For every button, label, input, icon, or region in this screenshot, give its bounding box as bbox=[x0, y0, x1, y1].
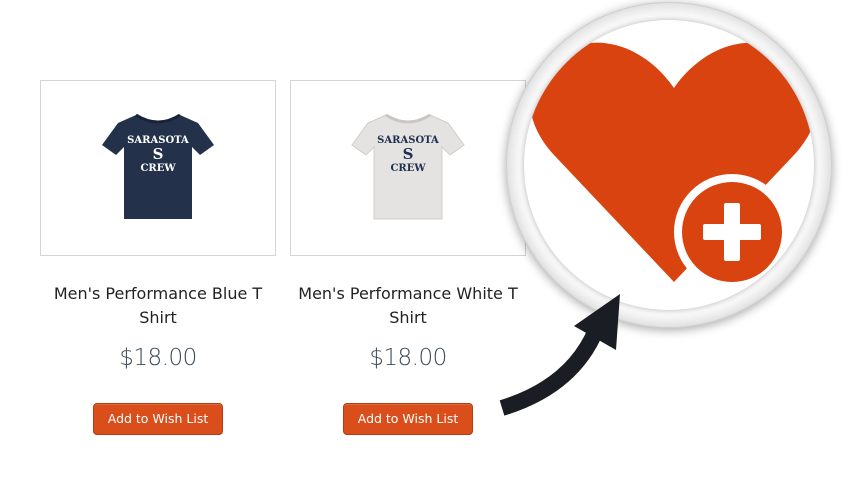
heart-plus-icon bbox=[530, 42, 814, 290]
pointer-arrow-icon bbox=[499, 294, 620, 416]
shirt-print-line: CREW bbox=[140, 163, 176, 174]
tshirt-icon: SARASOTA S CREW bbox=[351, 113, 465, 220]
shirt-print-line: S bbox=[403, 145, 414, 163]
add-to-wish-list-button[interactable]: Add to Wish List bbox=[343, 403, 473, 435]
product-image[interactable]: SARASOTA S CREW bbox=[40, 80, 276, 256]
shirt-print-line: CREW bbox=[390, 163, 426, 174]
add-to-wish-list-button[interactable]: Add to Wish List bbox=[93, 403, 223, 435]
tshirt-icon: SARASOTA S CREW bbox=[102, 113, 214, 219]
product-image[interactable]: SARASOTA S CREW bbox=[290, 80, 526, 256]
product-card: SARASOTA S CREW Men's Performance Blue T… bbox=[40, 80, 276, 435]
product-name[interactable]: Men's Performance Blue T Shirt bbox=[40, 282, 276, 330]
magnifier-lens bbox=[524, 20, 814, 310]
shirt-print-line: S bbox=[153, 145, 164, 163]
product-price: $18.00 bbox=[119, 345, 197, 371]
magnifier-callout bbox=[506, 2, 832, 328]
